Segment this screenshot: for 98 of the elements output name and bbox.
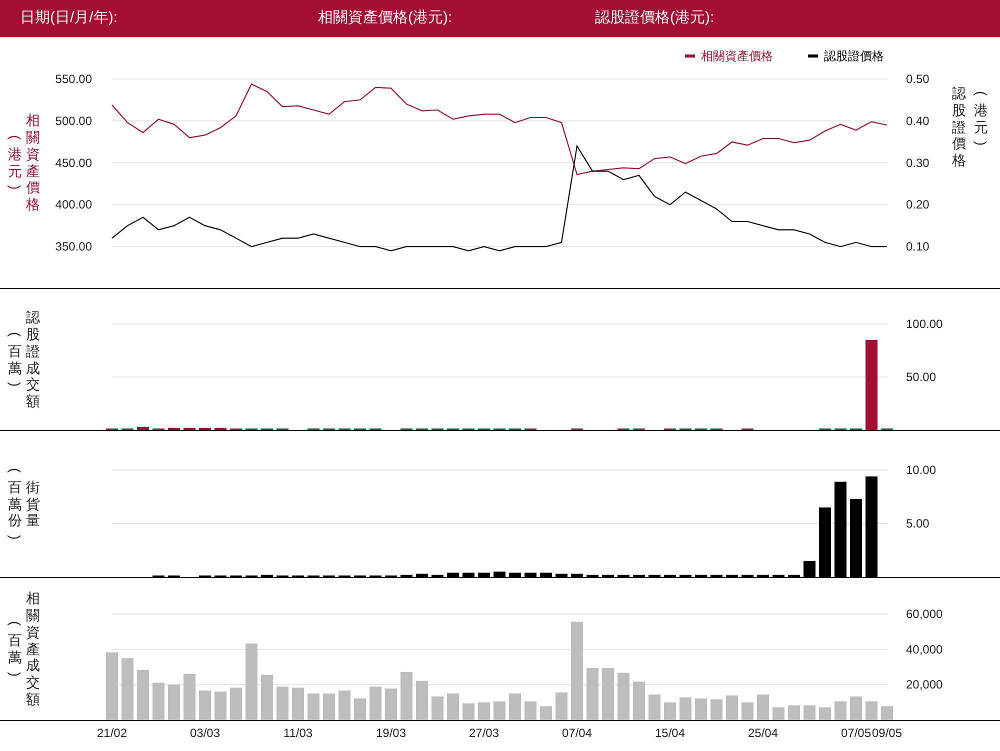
bar [416, 680, 428, 720]
axis-tick-label: 0.10 [906, 240, 930, 254]
axis-tick-label: 10.00 [906, 463, 936, 477]
bar [462, 703, 474, 720]
axis-tick-label: 07/04 [562, 726, 592, 740]
bar [400, 672, 412, 720]
bar [308, 694, 320, 720]
bar [276, 686, 288, 720]
field-label: 相關資產價格(港元): [318, 8, 454, 28]
axis-tick-label: 19/03 [376, 726, 406, 740]
bar [370, 686, 382, 720]
axis-tick-label: 20,000 [906, 678, 943, 692]
bar [447, 694, 459, 720]
bar [509, 694, 521, 720]
bar [432, 696, 444, 720]
bar [788, 705, 800, 720]
bar [137, 426, 149, 430]
field-label: 日期(日/月/年): [20, 8, 118, 28]
bar [726, 695, 738, 720]
legend-swatch [685, 54, 695, 58]
axis-tick-label: 500.00 [55, 114, 92, 128]
bar [866, 701, 878, 720]
axis-tick-label: 100.00 [906, 317, 943, 331]
axis-title: 相關資產價格 [26, 112, 40, 213]
axis-tick-label: 03/03 [190, 726, 220, 740]
axis-tick-label: 5.00 [906, 516, 930, 530]
axis-title: 街貨量 [26, 478, 40, 530]
axis-tick-label: 11/03 [283, 726, 313, 740]
axis-tick-label: 0.40 [906, 114, 930, 128]
bar [648, 694, 660, 720]
bar [199, 690, 211, 720]
bar [618, 672, 630, 720]
bar [695, 698, 707, 720]
bar [184, 674, 196, 720]
legend-label[interactable]: 相關資產價格 [701, 49, 773, 63]
bar [214, 692, 226, 720]
axis-tick-label: 09/05 [872, 726, 902, 740]
bar [494, 701, 506, 720]
bar [540, 706, 552, 720]
axis-tick-label: 550.00 [55, 72, 92, 86]
axis-tick-label: 40,000 [906, 642, 943, 656]
bar [804, 705, 816, 720]
bar [710, 699, 722, 720]
bar [385, 688, 397, 720]
axis-tick-label: 50.00 [906, 370, 936, 384]
bar [168, 684, 180, 720]
bar [772, 707, 784, 720]
axis-tick-label: 27/03 [468, 726, 500, 740]
bar [742, 702, 754, 720]
bar [819, 707, 831, 720]
bar [633, 682, 645, 720]
axis-unit-label: (港元) [8, 134, 22, 192]
bar [556, 692, 568, 720]
bar [850, 696, 862, 720]
bar [106, 652, 118, 720]
bar [602, 668, 614, 720]
bar [137, 670, 149, 720]
axis-title: 認股證價格 [952, 85, 966, 170]
axis-tick-label: 350.00 [55, 240, 92, 254]
bar [184, 428, 196, 430]
bar [261, 674, 273, 720]
bar [524, 701, 536, 720]
legend-swatch [808, 54, 818, 58]
axis-unit-label: (百萬份) [8, 467, 22, 542]
bar [586, 668, 598, 720]
axis-tick-label: 400.00 [55, 198, 92, 212]
bar [338, 690, 350, 720]
bar [354, 698, 366, 720]
axis-tick-label: 15/04 [654, 726, 686, 740]
axis-unit-label: (百萬) [8, 620, 22, 679]
axis-unit-label: (百萬) [8, 330, 22, 390]
field-label: 認股證價格(港元): [595, 8, 714, 28]
bar [834, 701, 846, 720]
bar [323, 694, 335, 720]
axis-tick-label: 450.00 [55, 156, 92, 170]
bar [680, 697, 692, 720]
bar [152, 682, 164, 720]
bar [664, 702, 676, 720]
bar [478, 702, 490, 720]
axis-tick-label: 21/02 [96, 726, 128, 740]
axis-unit-label: (港元) [974, 90, 988, 148]
axis-tick-label: 0.30 [906, 156, 930, 170]
legend-label[interactable]: 認股證價格 [824, 49, 884, 63]
axis-title: 認股證成交額 [26, 309, 40, 410]
bar [757, 694, 769, 720]
bar [292, 688, 304, 720]
bar [230, 688, 242, 720]
bar [881, 706, 893, 720]
axis-tick-label: 0.50 [906, 72, 930, 86]
bar [122, 658, 134, 720]
bar [168, 428, 180, 430]
axis-tick-label: 07/05 [840, 726, 872, 740]
axis-title: 相關資產成交額 [26, 590, 40, 708]
axis-tick-label: 60,000 [906, 607, 943, 621]
bar [214, 428, 226, 430]
axis-tick-label: 0.20 [906, 198, 930, 212]
bar [199, 428, 211, 430]
axis-tick-label: 25/04 [748, 726, 778, 740]
